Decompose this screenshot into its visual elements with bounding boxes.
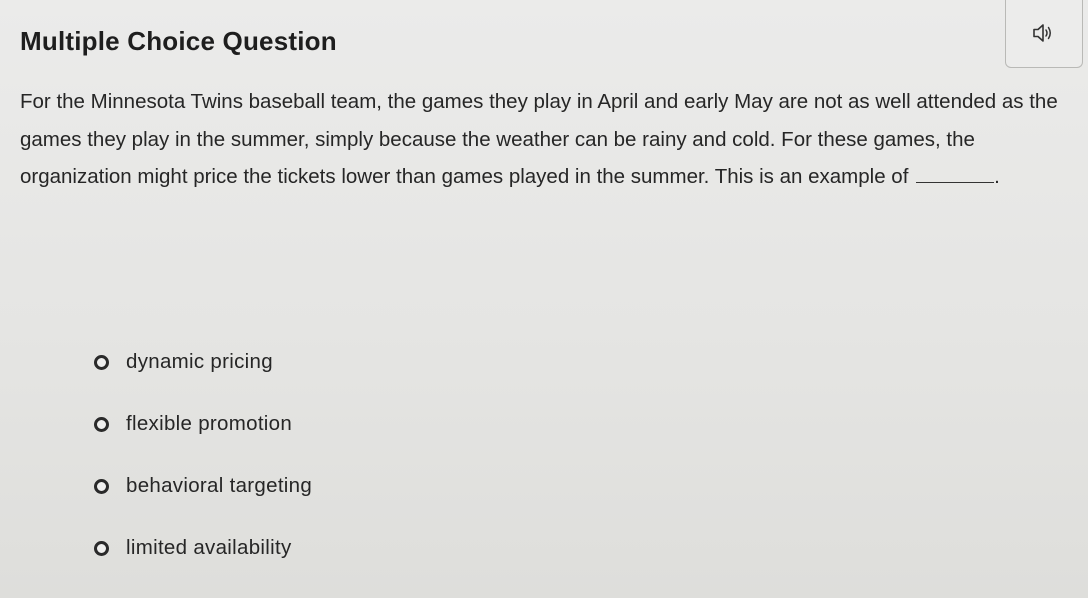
speaker-icon [1033,24,1051,42]
answer-options: dynamic pricing flexible promotion behav… [94,343,312,591]
radio-button[interactable] [94,354,109,370]
option-label: dynamic pricing [126,350,273,373]
question-page: Multiple Choice Question For the Minneso… [0,0,1088,598]
read-aloud-button[interactable] [1005,0,1083,68]
radio-button[interactable] [94,478,109,494]
option-label: limited availability [126,536,292,559]
answer-blank [916,164,995,183]
question-suffix: . [994,165,1000,188]
option-label: flexible promotion [126,412,293,435]
radio-button[interactable] [94,416,109,432]
option-limited-availability[interactable]: limited availability [94,529,312,567]
question-text: For the Minnesota Twins baseball team, t… [20,83,1080,196]
radio-button[interactable] [94,540,109,556]
option-behavioral-targeting[interactable]: behavioral targeting [94,467,312,505]
option-label: behavioral targeting [126,474,313,497]
page-title: Multiple Choice Question [20,26,337,56]
question-body: For the Minnesota Twins baseball team, t… [20,90,1058,188]
option-flexible-promotion[interactable]: flexible promotion [94,405,312,443]
option-dynamic-pricing[interactable]: dynamic pricing [94,343,312,381]
